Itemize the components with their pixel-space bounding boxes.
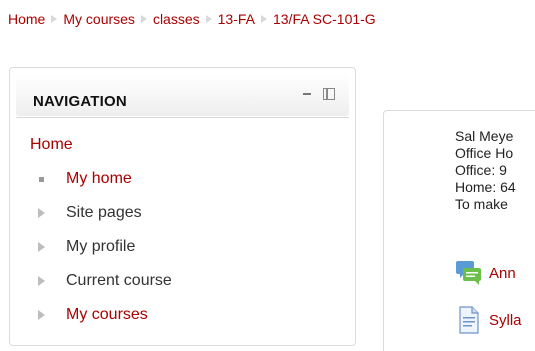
info-line: Home: 64: [455, 179, 516, 195]
course-content-box: Sal Meye Office Ho Office: 9 Home: 64 To…: [383, 110, 535, 351]
nav-item-label[interactable]: My profile: [66, 238, 135, 256]
navigation-tree: Home My home Site pages My profile Curre…: [30, 136, 172, 340]
nav-item-site-pages[interactable]: Site pages: [30, 204, 172, 238]
nav-item-my-home[interactable]: My home: [30, 170, 172, 204]
expand-triangle-icon[interactable]: [38, 208, 45, 218]
info-line: Sal Meye: [455, 128, 514, 144]
instructor-info: Sal Meye Office Ho Office: 9 Home: 64 To…: [455, 128, 516, 213]
nav-item-label[interactable]: My courses: [66, 306, 148, 324]
block-controls: [303, 88, 335, 100]
nav-item-my-profile[interactable]: My profile: [30, 238, 172, 272]
document-icon: [455, 306, 483, 334]
resource-label[interactable]: Sylla: [489, 312, 522, 329]
breadcrumb-home[interactable]: Home: [8, 11, 45, 27]
info-line: Office Ho: [455, 145, 514, 161]
collapse-icon[interactable]: [303, 93, 311, 95]
resource-label[interactable]: Ann: [489, 265, 516, 282]
nav-item-label[interactable]: My home: [66, 170, 132, 188]
breadcrumb-course[interactable]: 13/FA SC-101-G: [273, 11, 376, 27]
forum-icon: [455, 259, 483, 287]
bullet-icon: [39, 176, 44, 182]
info-line: Office: 9: [455, 162, 507, 178]
resource-announcements[interactable]: Ann: [455, 259, 516, 287]
resource-syllabus[interactable]: Sylla: [455, 306, 522, 334]
dock-icon[interactable]: [323, 88, 335, 100]
expand-triangle-icon[interactable]: [38, 242, 45, 252]
nav-home-link[interactable]: Home: [30, 136, 73, 154]
breadcrumb-separator-icon: [205, 15, 212, 23]
breadcrumb-separator-icon: [260, 15, 267, 23]
nav-root-item: Home: [30, 136, 172, 170]
navigation-block: NAVIGATION Home My home Site pages My pr…: [9, 67, 356, 346]
breadcrumb-classes[interactable]: classes: [153, 11, 200, 27]
nav-item-current-course[interactable]: Current course: [30, 272, 172, 306]
block-divider: [16, 117, 349, 118]
breadcrumb-term[interactable]: 13-FA: [218, 11, 255, 27]
info-line: To make: [455, 196, 508, 212]
navigation-block-header: NAVIGATION: [16, 74, 349, 116]
expand-triangle-icon[interactable]: [38, 276, 45, 286]
breadcrumb-separator-icon: [140, 15, 147, 23]
expand-triangle-icon[interactable]: [38, 310, 45, 320]
nav-item-label[interactable]: Current course: [66, 272, 172, 290]
breadcrumb: Home My courses classes 13-FA 13/FA SC-101-G: [8, 11, 376, 27]
nav-item-label[interactable]: Site pages: [66, 204, 142, 222]
breadcrumb-separator-icon: [51, 15, 58, 23]
navigation-title: NAVIGATION: [33, 93, 127, 110]
breadcrumb-my-courses[interactable]: My courses: [63, 11, 135, 27]
nav-item-my-courses[interactable]: My courses: [30, 306, 172, 340]
